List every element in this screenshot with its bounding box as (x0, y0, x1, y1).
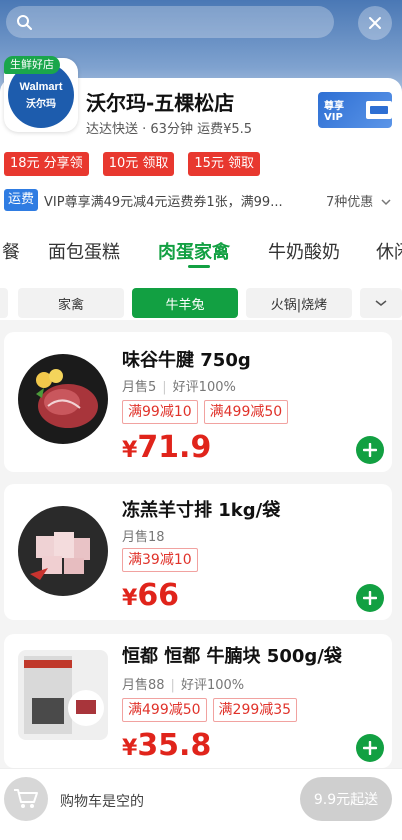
fresh-store-badge: 生鲜好店 (4, 56, 60, 74)
sales-count: 月售18 (122, 530, 165, 545)
product-price: ¥35.8 (122, 728, 211, 763)
vip-card-icon (366, 101, 392, 119)
product-list: 味谷牛腱 750g 月售5 | 好评100% 满99减10 满499减50 ¥71.… (0, 320, 402, 768)
more-offers[interactable]: 7种优惠 (326, 191, 391, 210)
plus-icon (363, 741, 377, 755)
vip-label: 尊享VIP (324, 101, 344, 123)
cart-empty-text: 购物车是空的 (60, 794, 144, 810)
promo-row: 满39减10 (122, 548, 198, 572)
plus-icon (363, 591, 377, 605)
coupon-button[interactable]: 15元 领取 (188, 152, 261, 176)
promo-badge: 满39减10 (122, 548, 198, 572)
more-offers-label: 7种优惠 (326, 194, 374, 210)
cart-bar: 购物车是空的 9.9元起送 (0, 768, 402, 840)
product-name: 恒都 恒都 牛腩块 500g/袋 (122, 646, 342, 667)
product-card[interactable]: 恒都 恒都 牛腩块 500g/袋 月售88 | 好评100% 满499减50 满29… (4, 634, 392, 768)
sales-count: 月售88 (122, 678, 165, 693)
subtab[interactable]: 家禽 (18, 288, 124, 318)
freight-tag: 运费 (4, 189, 39, 211)
product-price: ¥71.9 (122, 430, 211, 465)
tab-category[interactable]: 餐 (2, 238, 20, 264)
close-icon (369, 17, 381, 29)
tab-category-active[interactable]: 肉蛋家禽 (158, 238, 230, 264)
coupon-button[interactable]: 10元 领取 (102, 152, 175, 176)
product-image (18, 354, 108, 444)
subtab-expand[interactable] (360, 288, 402, 318)
product-name: 冻羔羊寸排 1kg/袋 (122, 500, 281, 521)
store-name[interactable]: 沃尔玛-五棵松店 (86, 87, 234, 116)
add-to-cart-button[interactable] (356, 584, 384, 612)
subtab[interactable]: 火锅|烧烤 (246, 288, 352, 318)
price-value: 71.9 (137, 430, 212, 465)
cart-button[interactable] (4, 777, 48, 821)
close-button[interactable] (358, 6, 392, 40)
price-value: 35.8 (137, 728, 212, 763)
search-input[interactable] (6, 6, 334, 38)
freight-promo-row[interactable]: 运费 VIP尊享满49元减4元运费券1张，满99... 7种优惠 (4, 188, 398, 212)
sales-count: 月售5 (122, 380, 157, 395)
product-sales: 月售5 | 好评100% (122, 380, 236, 395)
price-symbol: ¥ (122, 586, 138, 611)
promo-row: 满99减10 满499减50 (122, 400, 289, 424)
promo-badge: 满299减35 (212, 698, 298, 722)
promo-badge: 满499减50 (122, 698, 207, 722)
tab-category[interactable]: 牛奶酸奶 (268, 238, 340, 264)
price-value: 66 (137, 578, 180, 613)
category-tabs: 餐 面包蛋糕 肉蛋家禽 牛奶酸奶 休闲 (0, 232, 402, 272)
checkout-button[interactable]: 9.9元起送 (300, 777, 392, 821)
coupon-button[interactable]: 18元 分享领 (4, 152, 89, 176)
subtab-active[interactable]: 牛羊兔 (132, 288, 238, 318)
product-card[interactable]: 味谷牛腱 750g 月售5 | 好评100% 满99减10 满499减50 ¥71.… (4, 332, 392, 472)
subcategory-tabs: 家禽 牛羊兔 火锅|烧烤 (0, 286, 402, 320)
plus-icon (363, 443, 377, 457)
chevron-down-icon (375, 300, 387, 306)
tab-category[interactable]: 休闲 (376, 238, 402, 264)
chevron-down-icon (381, 198, 391, 205)
tab-category[interactable]: 面包蛋糕 (48, 238, 120, 264)
price-symbol: ¥ (122, 736, 138, 761)
product-price: ¥66 (122, 578, 179, 613)
product-image (18, 506, 108, 596)
product-image (18, 650, 108, 740)
product-name: 味谷牛腱 750g (122, 350, 251, 371)
promo-badge: 满499减50 (203, 400, 289, 424)
product-sales: 月售88 | 好评100% (122, 678, 245, 693)
logo-cn-text: 沃尔玛 (26, 98, 56, 110)
vip-card[interactable]: 尊享VIP (318, 92, 392, 128)
promo-badge: 满99减10 (122, 400, 198, 424)
price-symbol: ¥ (122, 438, 138, 463)
add-to-cart-button[interactable] (356, 436, 384, 464)
delivery-info: 达达快送 · 63分钟 运费¥5.5 (86, 122, 253, 137)
add-to-cart-button[interactable] (356, 734, 384, 762)
coupon-row: 18元 分享领 10元 领取 15元 领取 (4, 152, 261, 176)
logo-en-text: Walmart (19, 80, 63, 93)
product-sales: 月售18 (122, 526, 165, 545)
shopping-cart-icon (14, 789, 38, 808)
promo-row: 满499减50 满299减35 (122, 698, 298, 722)
freight-text: VIP尊享满49元减4元运费券1张，满99... (44, 194, 283, 210)
subtab-partial[interactable] (0, 288, 8, 318)
search-icon (17, 15, 32, 30)
active-tab-indicator (188, 265, 210, 268)
product-card[interactable]: 冻羔羊寸排 1kg/袋 月售18 满39减10 ¥66 (4, 484, 392, 620)
rating: 好评100% (172, 380, 236, 395)
rating: 好评100% (180, 678, 245, 693)
